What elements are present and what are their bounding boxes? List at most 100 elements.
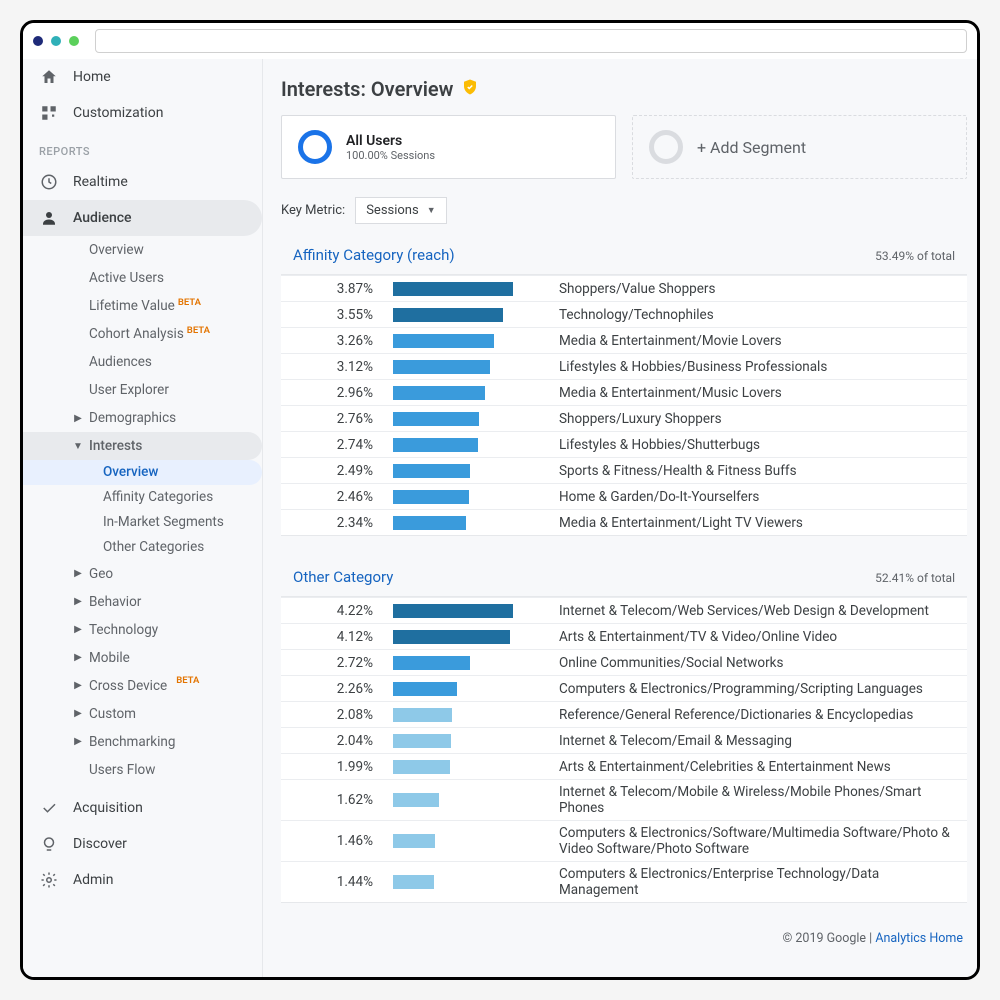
caret-right-icon: ▶ [73, 652, 83, 663]
window-titlebar [23, 23, 977, 59]
audience-sub-benchmarking[interactable]: ▶Benchmarking [23, 728, 262, 756]
audience-sub-geo[interactable]: ▶Geo [23, 560, 262, 588]
url-bar[interactable] [95, 29, 967, 53]
interests-sub-affinity[interactable]: Affinity Categories [23, 485, 262, 510]
caret-right-icon: ▶ [73, 736, 83, 747]
row-pct: 1.99% [293, 759, 393, 775]
row-label: Computers & Electronics/Programming/Scri… [543, 681, 955, 697]
add-segment-button[interactable]: + Add Segment [632, 115, 967, 179]
row-label: Internet & Telecom/Mobile & Wireless/Mob… [543, 784, 955, 816]
sidebar-item-audience[interactable]: Audience [23, 200, 262, 236]
table-row: 2.76%Shoppers/Luxury Shoppers [281, 405, 967, 431]
audience-sub-interests[interactable]: ▼ Interests [23, 432, 262, 460]
segment-subtitle: 100.00% Sessions [346, 149, 435, 162]
sidebar-item-label: Audience [73, 210, 132, 226]
row-label: Lifestyles & Hobbies/Business Profession… [543, 359, 955, 375]
table-row: 2.96%Media & Entertainment/Music Lovers [281, 379, 967, 405]
footer: © 2019 Google | Analytics Home [281, 923, 967, 966]
audience-sub-user-explorer[interactable]: User Explorer [23, 376, 262, 404]
table-row: 1.46%Computers & Electronics/Software/Mu… [281, 820, 967, 861]
row-label: Shoppers/Value Shoppers [543, 281, 955, 297]
row-pct: 4.22% [293, 603, 393, 619]
row-pct: 3.55% [293, 307, 393, 323]
row-pct: 2.26% [293, 681, 393, 697]
affinity-section: Affinity Category (reach) 53.49% of tota… [281, 234, 967, 536]
segment-ring-icon [298, 130, 332, 164]
affinity-title-link[interactable]: Affinity Category (reach) [293, 246, 455, 264]
row-pct: 2.46% [293, 489, 393, 505]
sidebar-item-realtime[interactable]: Realtime [23, 164, 262, 200]
audience-sub-lifetime-value[interactable]: Lifetime ValueBETA [23, 292, 262, 320]
sidebar-item-home[interactable]: Home [23, 59, 262, 95]
row-label: Technology/Technophiles [543, 307, 955, 323]
audience-sub-overview[interactable]: Overview [23, 236, 262, 264]
table-row: 2.04% Internet & Telecom/Email & Messagin… [281, 727, 967, 753]
row-bar [393, 604, 543, 618]
table-row: 1.44%Computers & Electronics/Enterprise … [281, 861, 967, 902]
audience-sub-users-flow[interactable]: Users Flow [23, 756, 262, 784]
window-dot [51, 36, 61, 46]
audience-sub-behavior[interactable]: ▶Behavior [23, 588, 262, 616]
row-bar [393, 682, 543, 696]
page-title: Interests: Overview [281, 77, 967, 101]
row-label: Arts & Entertainment/TV & Video/Online V… [543, 629, 955, 645]
gear-icon [39, 870, 59, 890]
row-label: Online Communities/Social Networks [543, 655, 955, 671]
interests-sub-overview[interactable]: Overview [23, 460, 262, 485]
verified-shield-icon [461, 77, 479, 101]
footer-link-analytics-home[interactable]: Analytics Home [875, 931, 963, 946]
sidebar-item-discover[interactable]: Discover [23, 826, 262, 862]
key-metric-select[interactable]: Sessions ▼ [355, 197, 446, 224]
row-pct: 2.96% [293, 385, 393, 401]
row-bar [393, 734, 543, 748]
row-pct: 2.74% [293, 437, 393, 453]
sidebar: Home Customization REPORTS Realtime Au [23, 59, 263, 977]
interests-sub-other[interactable]: Other Categories [23, 535, 262, 560]
row-label: Shoppers/Luxury Shoppers [543, 411, 955, 427]
acquisition-icon [39, 798, 59, 818]
sidebar-item-label: Admin [73, 872, 113, 888]
other-total-pct: 52.41% of total [875, 571, 955, 585]
table-row: 3.12%Lifestyles & Hobbies/Business Profe… [281, 353, 967, 379]
row-bar [393, 464, 543, 478]
row-label: Internet & Telecom/Email & Messaging [543, 733, 955, 749]
audience-sub-active-users[interactable]: Active Users [23, 264, 262, 292]
clock-icon [39, 172, 59, 192]
audience-sub-audiences[interactable]: Audiences [23, 348, 262, 376]
segment-ring-icon [649, 130, 683, 164]
other-title-link[interactable]: Other Category [293, 568, 393, 586]
interests-sub-in-market[interactable]: In-Market Segments [23, 510, 262, 535]
table-row: 4.22%Internet & Telecom/Web Services/Web… [281, 597, 967, 623]
customization-icon [39, 103, 59, 123]
sidebar-item-acquisition[interactable]: Acquisition [23, 790, 262, 826]
main-content: Interests: Overview All Users 100.00% Se… [263, 59, 977, 977]
row-bar [393, 656, 543, 670]
row-bar [393, 834, 543, 848]
segment-all-users[interactable]: All Users 100.00% Sessions [281, 115, 616, 179]
row-pct: 2.04% [293, 733, 393, 749]
audience-sub-demographics[interactable]: ▶ Demographics [23, 404, 262, 432]
row-label: Arts & Entertainment/Celebrities & Enter… [543, 759, 955, 775]
affinity-total-pct: 53.49% of total [875, 249, 955, 263]
table-row: 4.12%Arts & Entertainment/TV & Video/Onl… [281, 623, 967, 649]
row-bar [393, 760, 543, 774]
row-bar [393, 793, 543, 807]
row-pct: 3.87% [293, 281, 393, 297]
sidebar-item-admin[interactable]: Admin [23, 862, 262, 898]
audience-sub-custom[interactable]: ▶Custom [23, 700, 262, 728]
row-bar [393, 490, 543, 504]
row-bar [393, 334, 543, 348]
key-metric-label: Key Metric: [281, 203, 345, 218]
row-pct: 2.72% [293, 655, 393, 671]
caret-right-icon: ▶ [73, 568, 83, 579]
audience-sub-cross-device[interactable]: ▶Cross DeviceBETA [23, 672, 262, 700]
audience-sub-technology[interactable]: ▶Technology [23, 616, 262, 644]
audience-sub-cohort-analysis[interactable]: Cohort AnalysisBETA [23, 320, 262, 348]
sidebar-item-label: Realtime [73, 174, 128, 190]
row-pct: 2.49% [293, 463, 393, 479]
table-row: 2.72% Online Communities/Social Networks [281, 649, 967, 675]
audience-sub-mobile[interactable]: ▶Mobile [23, 644, 262, 672]
caret-right-icon: ▶ [73, 596, 83, 607]
sidebar-item-customization[interactable]: Customization [23, 95, 262, 131]
table-row: 1.62%Internet & Telecom/Mobile & Wireles… [281, 779, 967, 820]
